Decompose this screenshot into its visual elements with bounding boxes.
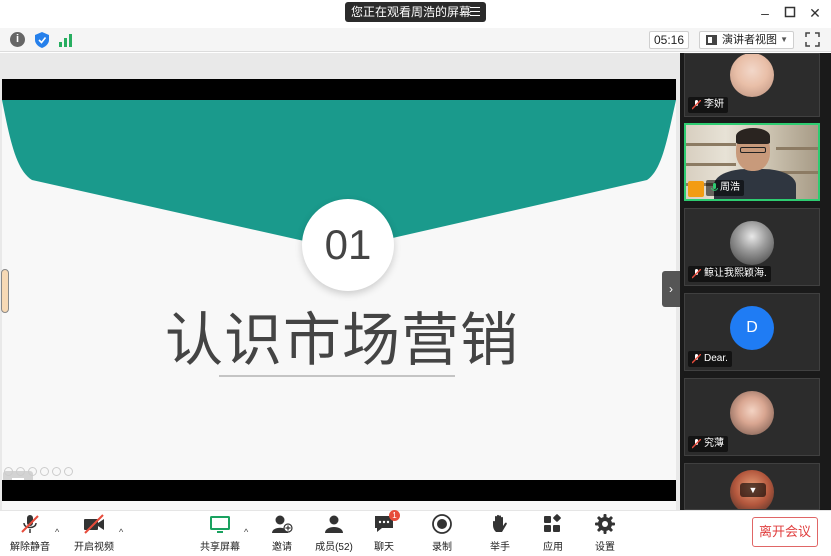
- share-screen-icon: [210, 516, 230, 533]
- meeting-status-bar: i 05:16 演讲者视图 ▼: [0, 28, 831, 52]
- annotation-handle[interactable]: [1, 269, 9, 313]
- info-icon[interactable]: i: [10, 32, 25, 47]
- chat-icon: 1: [373, 510, 400, 534]
- participant-tile[interactable]: 鲸让我熙颖海.: [684, 208, 820, 286]
- gallery-scroll-down-icon[interactable]: ▼: [740, 483, 766, 497]
- view-mode-label: 演讲者视图: [722, 34, 777, 46]
- raise-hand-button[interactable]: 举手: [484, 514, 516, 556]
- presentation-slide: 01 认识市场营销: [2, 79, 676, 511]
- participant-gallery: 李妍 周浩 鲸让我熙颖海. D Dear. 究薄: [680, 53, 831, 510]
- participant-tile[interactable]: 李妍: [684, 53, 820, 117]
- close-icon[interactable]: ✕: [807, 5, 823, 21]
- avatar: [730, 221, 774, 265]
- members-icon: [325, 515, 343, 533]
- unmute-label: 解除静音: [10, 542, 50, 553]
- meeting-toolbar: 解除静音 ^ 开启视频 ^ 共享屏幕 ^ 邀请 成员(52) 1 聊天 录制 举…: [0, 510, 831, 556]
- title-bar: 您正在观看周浩的屏幕 – ✕: [0, 0, 831, 28]
- add-user-icon: [272, 515, 293, 533]
- mic-on-icon: [711, 183, 718, 191]
- participant-name-tag: Dear.: [688, 351, 732, 367]
- muted-mic-icon: [692, 269, 701, 279]
- muted-mic-icon: [21, 515, 39, 533]
- signal-strength-icon[interactable]: [59, 33, 73, 47]
- chat-label: 聊天: [374, 542, 394, 553]
- meeting-timer: 05:16: [649, 31, 689, 49]
- participant-name-tag: 究薄: [688, 436, 728, 452]
- letterbox-bottom: [2, 480, 676, 501]
- participant-name-tag: 周浩: [706, 180, 744, 196]
- participant-tile[interactable]: D Dear.: [684, 293, 820, 371]
- shared-screen-area: 01 认识市场营销: [0, 53, 680, 511]
- invite-label: 邀请: [272, 542, 292, 553]
- maximize-icon[interactable]: [782, 5, 798, 21]
- apps-label: 应用: [543, 542, 563, 553]
- participant-name-tag: 鲸让我熙颖海.: [688, 266, 771, 282]
- audio-options-chevron-icon[interactable]: ^: [55, 527, 59, 537]
- leave-meeting-button[interactable]: 离开会议: [752, 517, 818, 547]
- avatar: D: [730, 306, 774, 350]
- raise-hand-label: 举手: [490, 542, 510, 553]
- letterbox-top: [2, 79, 676, 100]
- settings-label: 设置: [595, 542, 615, 553]
- start-video-button[interactable]: 开启视频: [72, 514, 116, 556]
- participant-name-tag: 李妍: [688, 97, 728, 113]
- chat-unread-badge: 1: [389, 510, 400, 521]
- speaker-view-icon: [706, 35, 717, 45]
- apps-icon: [544, 514, 561, 532]
- share-screen-label: 共享屏幕: [200, 542, 240, 553]
- tool-icon[interactable]: [28, 467, 37, 476]
- record-button[interactable]: 录制: [426, 514, 458, 556]
- chevron-down-icon: ▼: [780, 35, 788, 44]
- minimize-icon[interactable]: –: [757, 5, 773, 21]
- tool-icon[interactable]: [16, 467, 25, 476]
- muted-mic-icon: [692, 439, 701, 449]
- muted-mic-icon: [692, 100, 701, 110]
- tool-icon[interactable]: [64, 467, 73, 476]
- record-icon: [432, 514, 452, 534]
- hamburger-menu-icon[interactable]: [470, 7, 480, 17]
- apps-button[interactable]: 应用: [537, 514, 569, 556]
- muted-mic-icon: [692, 354, 701, 364]
- host-badge-icon: [688, 181, 704, 197]
- avatar: [730, 54, 774, 97]
- slide-toolbar: [4, 467, 73, 476]
- share-options-chevron-icon[interactable]: ^: [244, 527, 248, 537]
- shield-icon[interactable]: [35, 32, 49, 48]
- avatar: [730, 391, 774, 435]
- gear-icon: [595, 514, 615, 534]
- start-video-label: 开启视频: [74, 542, 114, 553]
- participant-tile[interactable]: 究薄: [684, 378, 820, 456]
- meeting-window: 您正在观看周浩的屏幕 – ✕ i 05:16 演讲者视图 ▼ 01 认识市场营销…: [0, 0, 831, 556]
- raise-hand-icon: [493, 514, 507, 532]
- view-mode-dropdown[interactable]: 演讲者视图 ▼: [699, 31, 794, 49]
- video-options-chevron-icon[interactable]: ^: [119, 527, 123, 537]
- tool-icon[interactable]: [4, 467, 13, 476]
- members-button[interactable]: 成员(52): [312, 514, 356, 556]
- settings-button[interactable]: 设置: [589, 514, 621, 556]
- record-label: 录制: [432, 542, 452, 553]
- tool-icon[interactable]: [52, 467, 61, 476]
- share-screen-button[interactable]: 共享屏幕: [198, 514, 242, 556]
- slide-number-circle: 01: [302, 199, 394, 291]
- slide-title-underline: [219, 375, 455, 377]
- slide-title: 认识市场营销: [164, 308, 519, 373]
- participant-tile-active-speaker[interactable]: 周浩: [684, 123, 820, 201]
- members-label: 成员(52): [315, 542, 353, 553]
- tool-icon[interactable]: [40, 467, 49, 476]
- share-notice-text: 您正在观看周浩的屏幕: [351, 5, 472, 19]
- video-off-icon: [84, 514, 104, 534]
- fullscreen-icon[interactable]: [805, 32, 820, 47]
- unmute-button[interactable]: 解除静音: [8, 514, 52, 556]
- screen-share-notice[interactable]: 您正在观看周浩的屏幕: [345, 2, 486, 22]
- collapse-gallery-button[interactable]: ›: [662, 271, 680, 307]
- invite-button[interactable]: 邀请: [264, 514, 300, 556]
- chat-button[interactable]: 1 聊天: [368, 510, 400, 556]
